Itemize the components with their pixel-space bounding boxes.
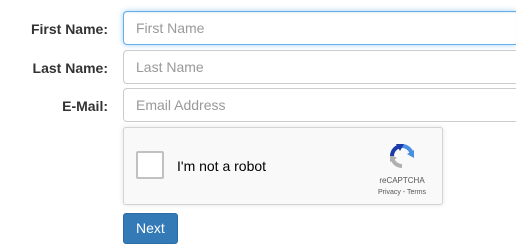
recaptcha-widget: I'm not a robot reCAPTCHA Privacy - Term… xyxy=(123,127,443,205)
recaptcha-checkbox[interactable] xyxy=(136,151,164,179)
first-name-input[interactable] xyxy=(123,11,516,45)
first-name-label: First Name: xyxy=(30,21,108,37)
recaptcha-logo-icon xyxy=(390,144,414,168)
last-name-input[interactable] xyxy=(123,50,516,84)
recaptcha-links: Privacy - Terms xyxy=(354,189,450,196)
next-button[interactable]: Next xyxy=(123,213,178,244)
recaptcha-privacy-link[interactable]: Privacy xyxy=(378,189,401,196)
email-label: E-Mail: xyxy=(62,98,108,114)
recaptcha-terms-link[interactable]: Terms xyxy=(407,189,426,196)
recaptcha-brand: reCAPTCHA xyxy=(379,176,425,185)
last-name-label: Last Name: xyxy=(32,60,108,76)
recaptcha-label: I'm not a robot xyxy=(177,158,267,174)
email-input[interactable] xyxy=(123,88,516,122)
signup-form: First Name: Last Name: E-Mail: I'm not a… xyxy=(0,0,516,244)
